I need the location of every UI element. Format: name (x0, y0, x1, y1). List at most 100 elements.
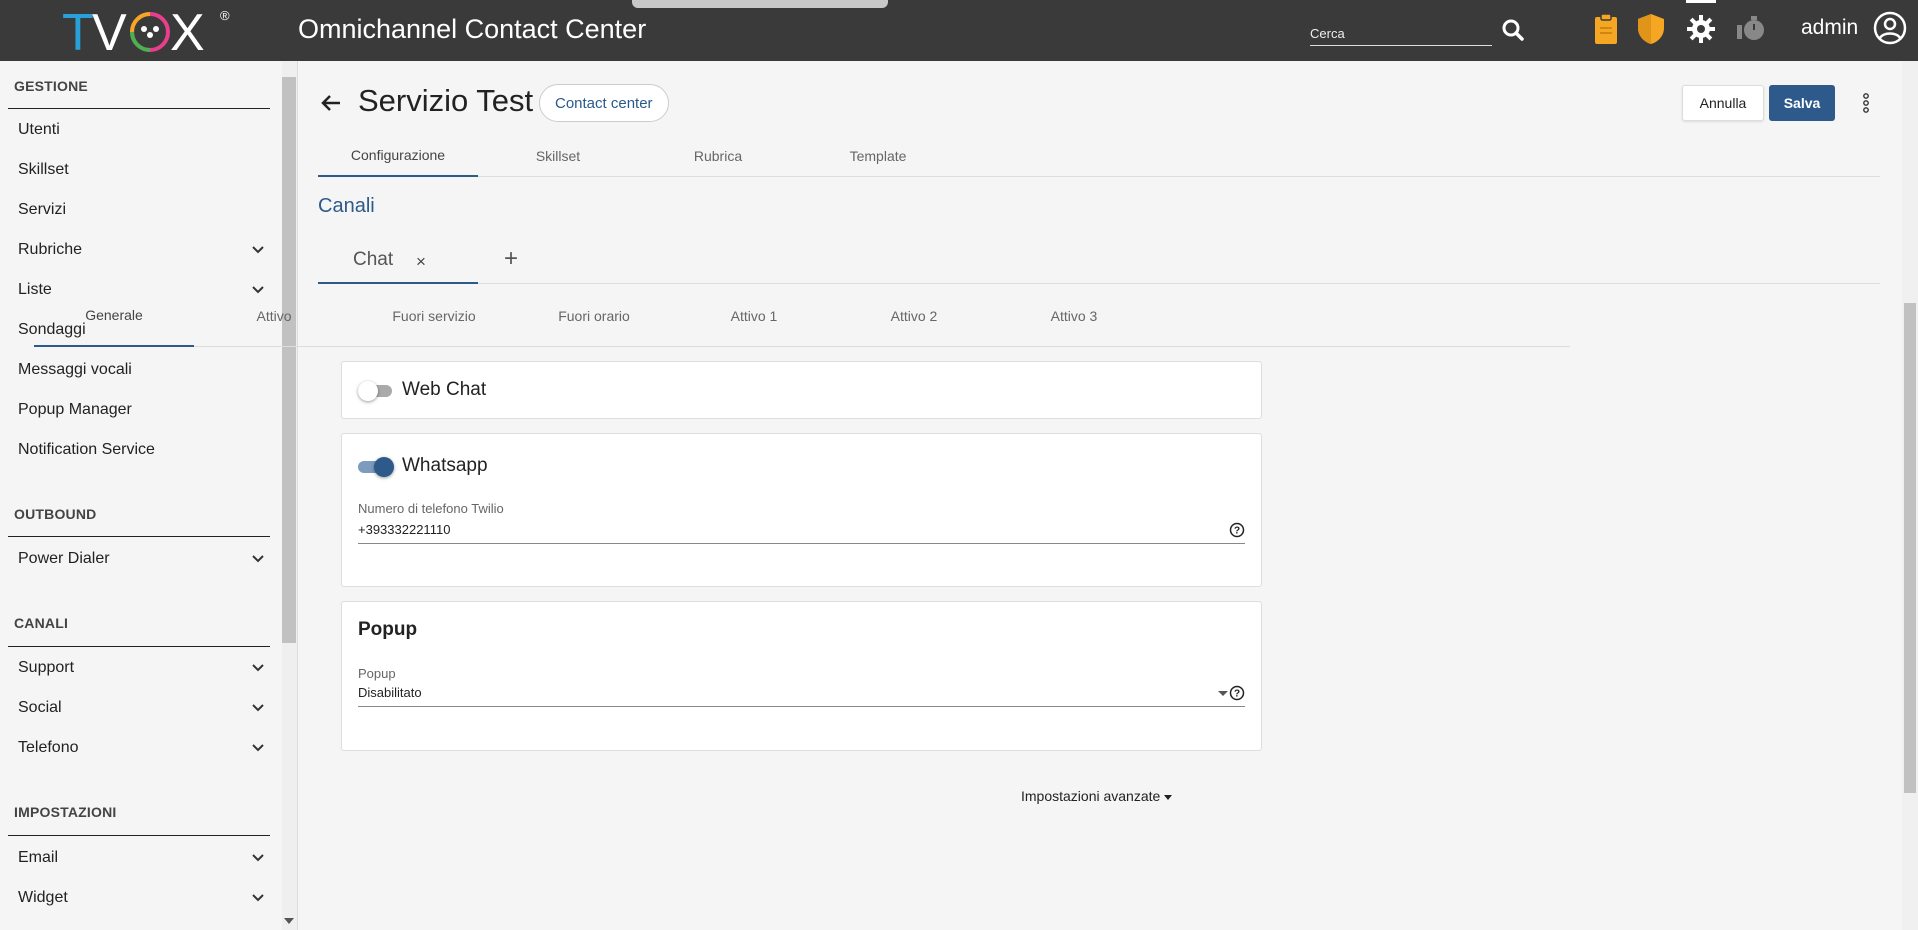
tvox-logo-graphic: T V X ® (62, 4, 230, 58)
help-icon[interactable]: ? (1229, 685, 1245, 701)
tvox-logo[interactable]: T V X ® (62, 2, 232, 58)
chevron-down-icon[interactable] (250, 660, 266, 676)
user-circle-icon[interactable] (1872, 10, 1908, 51)
popup-select-value: Disabilitato (358, 685, 422, 700)
tab-rubrica[interactable]: Rubrica (638, 135, 798, 177)
sidebar-item-widget[interactable]: Widget (18, 885, 266, 911)
sidebar-item-label: Messaggi vocali (18, 361, 132, 378)
main-scrollbar-thumb[interactable] (1904, 303, 1916, 793)
sidebar-item-label: Telefono (18, 739, 79, 756)
chevron-down-icon[interactable] (250, 850, 266, 866)
sidebar-item-label: Popup Manager (18, 401, 132, 418)
add-channel-icon[interactable]: + (504, 245, 518, 273)
service-type-chip[interactable]: Contact center (539, 84, 669, 122)
webchat-toggle[interactable] (358, 381, 394, 401)
popup-select[interactable]: Disabilitato ? (358, 685, 1245, 707)
sidebar-item-social[interactable]: Social (18, 695, 266, 721)
chevron-down-icon[interactable] (250, 700, 266, 716)
clipboard-icon[interactable] (1589, 12, 1623, 46)
whatsapp-toggle[interactable] (358, 457, 394, 477)
tab-template[interactable]: Template (798, 135, 958, 177)
chevron-down-icon[interactable] (250, 551, 266, 567)
sidebar-item-label: Skillset (18, 161, 69, 178)
cancel-button[interactable]: Annulla (1682, 85, 1764, 121)
shield-icon[interactable] (1634, 12, 1668, 46)
tab-attivo-1[interactable]: Attivo 1 (674, 284, 834, 347)
scroll-down-arrow-icon[interactable] (284, 918, 294, 924)
sidebar-divider (8, 835, 270, 836)
tab-fuori-orario[interactable]: Fuori orario (514, 284, 674, 347)
chevron-down-icon[interactable] (250, 740, 266, 756)
sidebar-item-utenti[interactable]: Utenti (18, 117, 266, 143)
popup-field-label: Popup (358, 666, 396, 681)
toggle-knob (374, 457, 394, 477)
search-icon[interactable] (1500, 17, 1526, 43)
sidebar-item-label: Servizi (18, 201, 67, 218)
timer-icon[interactable] (1734, 12, 1768, 46)
logo-letter-v: V (92, 4, 127, 58)
sub-tabs: Generale Attivo Fuori servizio Fuori ora… (34, 284, 1570, 347)
webchat-title: Web Chat (402, 379, 487, 400)
sidebar-section-impostazioni: IMPOSTAZIONI (14, 804, 117, 820)
sidebar-item-power-dialer[interactable]: Power Dialer (18, 546, 266, 572)
close-icon[interactable]: × (416, 252, 426, 272)
sidebar-section-outbound: OUTBOUND (14, 506, 97, 522)
sidebar-item-label: Notification Service (18, 441, 155, 458)
logo-letter-t: T (62, 4, 94, 58)
twilio-number-value: +393332221110 (358, 522, 451, 537)
sidebar-item-email[interactable]: Email (18, 845, 266, 871)
top-drag-handle[interactable] (632, 0, 888, 8)
tab-generale[interactable]: Generale (34, 284, 194, 347)
top-bar: T V X ® Omnichannel Contact Center admin (0, 0, 1918, 61)
sidebar-item-skillset[interactable]: Skillset (18, 157, 266, 183)
search-input[interactable] (1310, 16, 1492, 44)
whatsapp-title: Whatsapp (402, 455, 488, 476)
sidebar-item-notification-service[interactable]: Notification Service (18, 437, 266, 463)
sidebar-divider (8, 646, 270, 647)
back-arrow-icon[interactable] (320, 93, 342, 118)
sidebar-item-label: Power Dialer (18, 550, 110, 567)
tab-attivo-2[interactable]: Attivo 2 (834, 284, 994, 347)
sidebar-section-canali: CANALI (14, 615, 69, 631)
sidebar-item-rubriche[interactable]: Rubriche (18, 237, 266, 263)
chevron-down-icon[interactable] (250, 890, 266, 906)
more-options-icon[interactable] (1858, 91, 1874, 115)
channel-tab-chat[interactable]: Chat × (318, 237, 478, 284)
tab-fuori-servizio[interactable]: Fuori servizio (354, 284, 514, 347)
sidebar-item-label: Utenti (18, 121, 60, 138)
advanced-settings-label: Impostazioni avanzate (1021, 788, 1161, 804)
sidebar-item-support[interactable]: Support (18, 655, 266, 681)
popup-card: Popup Popup Disabilitato ? (341, 601, 1262, 751)
sidebar-scrollbar-thumb[interactable] (282, 77, 296, 643)
sidebar-item-servizi[interactable]: Servizi (18, 197, 266, 223)
sidebar-divider (8, 108, 270, 109)
username[interactable]: admin (1801, 16, 1858, 40)
toggle-knob (358, 381, 378, 401)
twilio-number-field[interactable]: +393332221110 ? (358, 522, 1245, 544)
chevron-down-icon[interactable] (250, 242, 266, 258)
gear-active-indicator (1686, 0, 1716, 3)
channel-tab-label: Chat (353, 248, 394, 270)
sidebar-item-telefono[interactable]: Telefono (18, 735, 266, 761)
logo-letter-x: X (170, 4, 205, 58)
help-icon[interactable]: ? (1229, 522, 1245, 538)
tab-configurazione[interactable]: Configurazione (318, 135, 478, 177)
advanced-settings-toggle[interactable]: Impostazioni avanzate (1021, 788, 1173, 804)
sidebar-item-popup-manager[interactable]: Popup Manager (18, 397, 266, 423)
tab-attivo[interactable]: Attivo (194, 284, 354, 347)
sidebar-item-label: Support (18, 659, 75, 676)
sidebar-item-label: Rubriche (18, 241, 83, 258)
sidebar-item-label: Widget (18, 889, 68, 906)
gear-icon[interactable] (1684, 12, 1718, 46)
tab-attivo-3[interactable]: Attivo 3 (994, 284, 1154, 347)
channel-tabs: Chat × + (318, 237, 1880, 284)
sidebar-item-label: Email (18, 849, 59, 866)
channels-section-title: Canali (318, 195, 375, 217)
twilio-number-label: Numero di telefono Twilio (358, 501, 504, 516)
save-button[interactable]: Salva (1769, 85, 1835, 121)
sidebar-item-messaggi-vocali[interactable]: Messaggi vocali (18, 357, 266, 383)
webchat-card: Web Chat (341, 361, 1262, 419)
dropdown-caret-icon[interactable] (1218, 691, 1228, 696)
search-field[interactable] (1310, 16, 1492, 46)
tab-skillset[interactable]: Skillset (478, 135, 638, 177)
